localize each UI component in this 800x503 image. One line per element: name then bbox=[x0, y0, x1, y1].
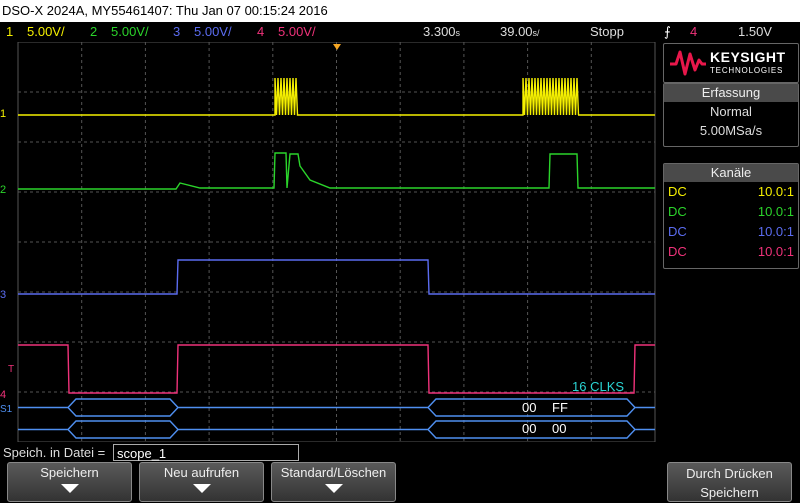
title-bar: DSO-X 2024A, MY55461407: Thu Jan 07 00:1… bbox=[0, 0, 800, 22]
ch3-ground-marker[interactable]: 3 bbox=[0, 289, 6, 301]
down-arrow-icon bbox=[324, 484, 343, 493]
ch4-number[interactable]: 4 bbox=[257, 22, 264, 42]
keysight-wave-logo-icon bbox=[670, 50, 706, 76]
ch3-scale[interactable]: 5.00V/ bbox=[194, 22, 232, 42]
acquisition-title: Erfassung bbox=[664, 84, 798, 102]
softkey-label: Neu aufrufen bbox=[163, 465, 240, 480]
brand-logo: KEYSIGHT TECHNOLOGIES bbox=[663, 43, 799, 83]
down-arrow-icon bbox=[60, 484, 79, 493]
file-label: Speich. in Datei = bbox=[3, 445, 106, 460]
channels-title: Kanäle bbox=[664, 164, 798, 182]
brand-name: KEYSIGHT bbox=[710, 49, 786, 65]
brand-subtitle: TECHNOLOGIES bbox=[710, 66, 784, 75]
run-state[interactable]: Stopp bbox=[590, 22, 624, 42]
channel-row: DC 10.0:1 bbox=[668, 204, 794, 219]
file-name-bar: Speich. in Datei = scope_1 bbox=[0, 443, 800, 463]
down-arrow-icon bbox=[192, 484, 211, 493]
ch4-scale[interactable]: 5.00V/ bbox=[278, 22, 316, 42]
serial-clock-label: 16 CLKS bbox=[572, 379, 624, 394]
file-name-field[interactable]: scope_1 bbox=[113, 444, 299, 461]
softkey-save[interactable]: Speichern bbox=[7, 462, 132, 502]
serial-row2-value-a: 00 bbox=[522, 421, 536, 436]
serial-row2-value-b: 00 bbox=[552, 421, 566, 436]
softkey-label: Durch Drücken bbox=[686, 466, 773, 481]
softkey-label: Standard/Löschen bbox=[280, 465, 387, 480]
ch1-scale[interactable]: 5.00V/ bbox=[27, 22, 65, 42]
channel-row: DC 10.0:1 bbox=[668, 244, 794, 259]
acquisition-mode: Normal bbox=[710, 104, 752, 119]
softkey-press-to-save[interactable]: Durch Drücken Speichern bbox=[667, 462, 792, 502]
ch1-ground-marker[interactable]: 1 bbox=[0, 108, 6, 120]
sample-rate: 5.00MSa/s bbox=[699, 123, 763, 138]
trigger-channel[interactable]: 4 bbox=[690, 22, 697, 42]
ch2-ground-marker[interactable]: 2 bbox=[0, 184, 6, 196]
status-bar: 1 5.00V/ 2 5.00V/ 3 5.00V/ 4 5.00V/ 3.30… bbox=[0, 22, 800, 42]
side-panel: KEYSIGHT TECHNOLOGIES Erfassung Normal 5… bbox=[660, 42, 800, 442]
waveform-display[interactable]: 16 CLKS 00 FF 00 00 1 2 3 4 T S1 bbox=[0, 42, 660, 442]
trigger-level-marker[interactable]: T bbox=[8, 364, 14, 375]
trigger-edge-icon: ⨍ bbox=[664, 24, 671, 39]
serial-row1-value-a: 00 bbox=[522, 400, 536, 415]
softkey-label-line2: Speichern bbox=[700, 485, 759, 500]
channel-row: DC 10.0:1 bbox=[668, 184, 794, 199]
ch1-number[interactable]: 1 bbox=[6, 22, 13, 42]
ch2-number[interactable]: 2 bbox=[90, 22, 97, 42]
trigger-level[interactable]: 1.50V bbox=[738, 22, 772, 42]
acquisition-box[interactable]: Erfassung Normal 5.00MSa/s bbox=[663, 83, 799, 147]
ch4-ground-marker[interactable]: 4 bbox=[0, 389, 6, 401]
channel-row: DC 10.0:1 bbox=[668, 224, 794, 239]
softkey-recall[interactable]: Neu aufrufen bbox=[139, 462, 264, 502]
window-title: DSO-X 2024A, MY55461407: Thu Jan 07 00:1… bbox=[2, 3, 328, 18]
timebase-value[interactable]: 39.00s/ bbox=[500, 22, 540, 43]
serial-bus-marker[interactable]: S1 bbox=[0, 404, 13, 415]
softkey-label: Speichern bbox=[40, 465, 99, 480]
softkey-default-erase[interactable]: Standard/Löschen bbox=[271, 462, 396, 502]
delay-value[interactable]: 3.300s bbox=[423, 22, 460, 43]
ch3-number[interactable]: 3 bbox=[173, 22, 180, 42]
ch2-scale[interactable]: 5.00V/ bbox=[111, 22, 149, 42]
serial-row1-value-b: FF bbox=[552, 400, 568, 415]
channels-box[interactable]: Kanäle DC 10.0:1 DC 10.0:1 DC 10.0:1 DC 10.0… bbox=[663, 163, 799, 269]
